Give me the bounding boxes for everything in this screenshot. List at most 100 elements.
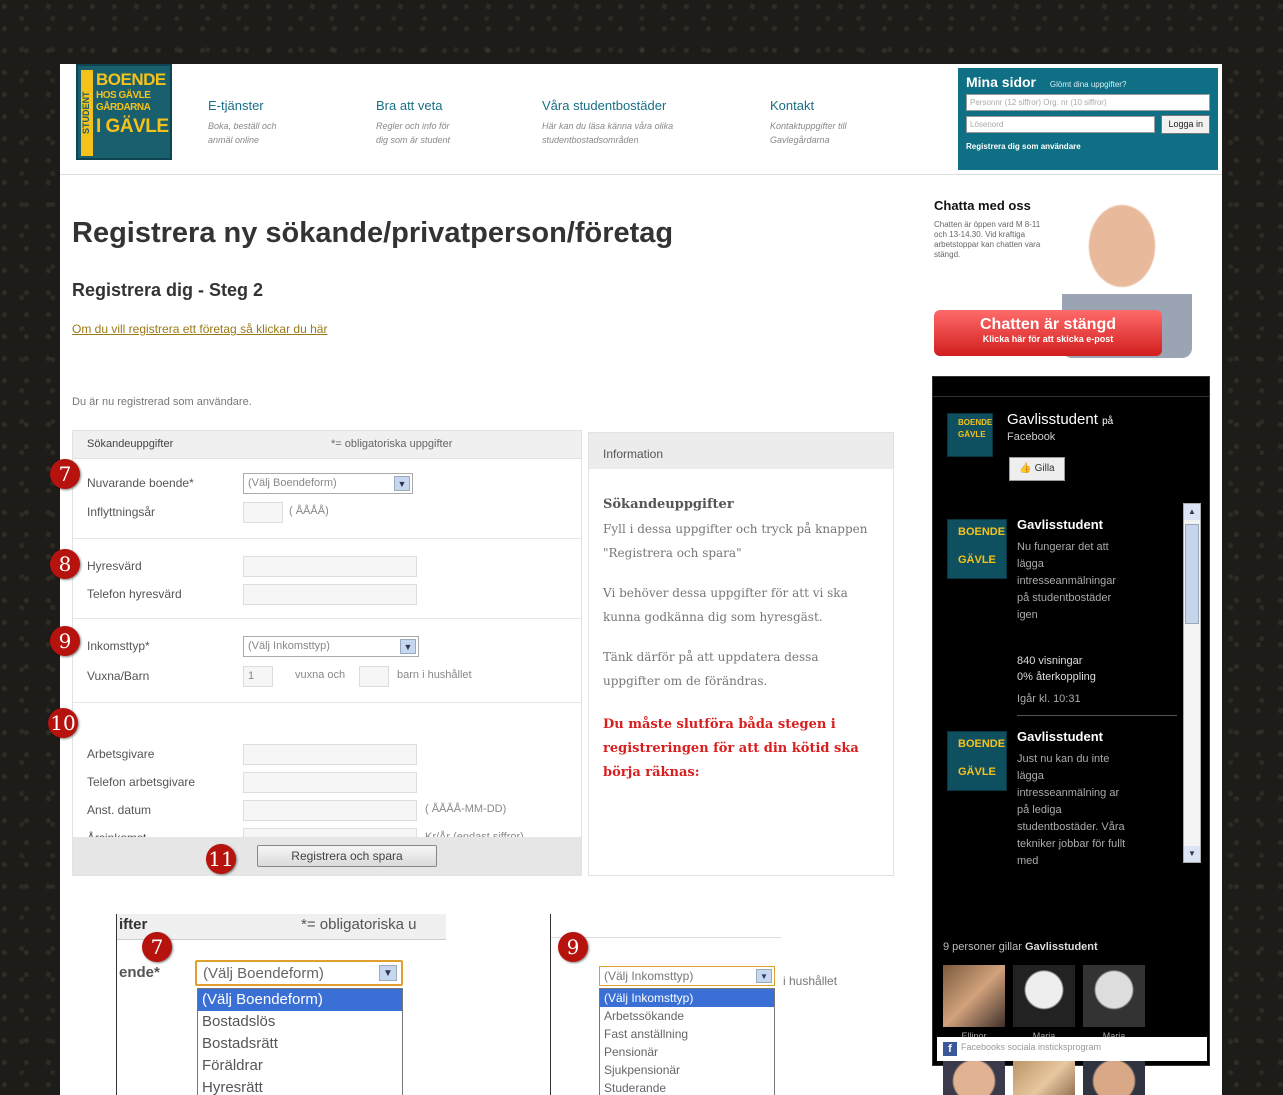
hyresvard-input[interactable] xyxy=(243,556,417,577)
facebook-top-bar xyxy=(933,377,1209,397)
chevron-down-icon[interactable]: ▼ xyxy=(400,639,416,654)
scroll-up-icon[interactable]: ▲ xyxy=(1184,504,1200,520)
likers-count: 9 personer gillar xyxy=(943,941,1022,953)
arbetsgivare-input[interactable] xyxy=(243,744,417,765)
inkomsttyp-select[interactable]: (Välj Inkomsttyp) ▼ xyxy=(243,636,419,657)
post-time[interactable]: Igår kl. 10:31 xyxy=(1017,691,1127,708)
nav-desc: Här kan du läsa känna våra olika xyxy=(542,121,674,131)
inset-fragment: i hushållet xyxy=(783,974,838,988)
fb-likers: 9 personer gillar Gavlisstudent xyxy=(943,941,1098,953)
field-label: Inkomsttyp* xyxy=(87,639,150,653)
option[interactable]: Bostadsrätt xyxy=(198,1033,402,1055)
field-label: Arbetsgivare xyxy=(87,747,155,761)
post-author[interactable]: Gavlisstudent xyxy=(1017,517,1103,532)
login-row: Lösenord Logga in xyxy=(966,115,1210,134)
chat-title: Chatta med oss xyxy=(934,198,1031,213)
barn-input[interactable] xyxy=(359,666,389,687)
nav-desc: studentbostadsområden xyxy=(542,135,639,145)
option[interactable]: (Välj Inkomsttyp) xyxy=(600,989,774,1007)
option[interactable]: Arbetssökande xyxy=(600,1007,774,1025)
anst-datum-input[interactable] xyxy=(243,800,417,821)
chevron-down-icon[interactable]: ▼ xyxy=(756,969,772,983)
forgot-link[interactable]: Glömt dina uppgifter? xyxy=(1050,80,1127,89)
scroll-down-icon[interactable]: ▼ xyxy=(1184,846,1200,862)
inset-fragment: *= obligatoriska u xyxy=(301,916,417,933)
info-title: Sökandeuppgifter xyxy=(603,497,734,512)
field-hint: ( ÅÅÅÅ) xyxy=(289,505,329,517)
inset-header xyxy=(551,914,781,938)
field-hint: vuxna och xyxy=(295,669,346,681)
telefon-arbetsgivare-input[interactable] xyxy=(243,772,417,793)
nav-title[interactable]: Kontakt xyxy=(770,98,847,113)
boendeform-select-zoom[interactable]: (Välj Boendeform) ▼ xyxy=(195,960,403,986)
page-logo: BOENDE GÄVLE xyxy=(947,413,993,457)
page-subtitle: Registrera dig - Steg 2 xyxy=(72,280,264,300)
nav-desc: Boka, beställ och xyxy=(208,121,277,131)
option[interactable]: Bostadslös xyxy=(198,1011,402,1033)
fb-page-name[interactable]: Gavlisstudent xyxy=(1007,411,1098,428)
post-views: 840 visningar xyxy=(1017,655,1083,667)
nav-title[interactable]: E-tjänster xyxy=(208,98,277,113)
option[interactable]: Föräldrar xyxy=(198,1055,402,1077)
inflyttningsar-input[interactable] xyxy=(243,502,283,523)
nav-title[interactable]: Våra studentbostäder xyxy=(542,98,673,113)
nav-e-tjanster[interactable]: E-tjänster Boka, beställ och anmäl onlin… xyxy=(208,98,277,147)
login-button[interactable]: Logga in xyxy=(1161,115,1210,134)
info-header: Information xyxy=(589,433,893,469)
option[interactable]: Hyresrätt xyxy=(198,1077,402,1095)
nav-kontakt[interactable]: Kontakt Kontaktuppgifter till Gavlegårda… xyxy=(770,98,847,147)
information-panel: Information Sökandeuppgifter Fyll i dess… xyxy=(588,432,894,876)
option[interactable]: Studerande xyxy=(600,1079,774,1095)
telefon-hyresvard-input[interactable] xyxy=(243,584,417,605)
boendeform-select[interactable]: (Välj Boendeform) ▼ xyxy=(243,473,413,494)
option[interactable]: Sjukpensionär xyxy=(600,1061,774,1079)
group-inkomst: Inkomsttyp* (Välj Inkomsttyp) ▼ Vuxna/Ba… xyxy=(73,619,581,703)
field-hint: ( ÅÅÅÅ-MM-DD) xyxy=(425,803,507,815)
group-hyresvard: Hyresvärd Telefon hyresvärd xyxy=(73,539,581,619)
nav-desc: Kontaktuppgifter till xyxy=(770,121,847,131)
option[interactable]: (Välj Boendeform) xyxy=(198,989,402,1011)
group-boende: Nuvarande boende* (Välj Boendeform) ▼ In… xyxy=(73,459,581,539)
nav-bra-att-veta[interactable]: Bra att veta Regler och info för dig som… xyxy=(376,98,450,147)
info-paragraph: Vi behöver dessa uppgifter för att vi sk… xyxy=(603,586,848,624)
fb-like-button[interactable]: 👍 Gilla xyxy=(1009,457,1065,481)
form-footer: Registrera och spara xyxy=(73,837,581,875)
personnr-input[interactable]: Personnr (12 siffror) Org. nr (10 siffro… xyxy=(966,94,1210,111)
chat-button-sub: Klicka här för att skicka e-post xyxy=(982,334,1114,344)
required-note: *= obligatoriska uppgifter xyxy=(331,438,453,450)
option[interactable]: Fast anställning xyxy=(600,1025,774,1043)
scroll-thumb[interactable] xyxy=(1185,524,1199,624)
info-paragraph: Tänk därför på att uppdatera dessa uppgi… xyxy=(603,650,819,688)
nav-title[interactable]: Bra att veta xyxy=(376,98,450,113)
step-badge: 7 xyxy=(142,932,172,962)
register-link[interactable]: Registrera dig som användare xyxy=(966,142,1210,151)
password-input[interactable]: Lösenord xyxy=(966,116,1156,133)
fb-scrollbar[interactable]: ▲ ▼ xyxy=(1183,503,1201,863)
vuxna-input[interactable]: 1 xyxy=(243,666,273,687)
post-author[interactable]: Gavlisstudent xyxy=(1017,729,1103,744)
post-feedback: 0% återkoppling xyxy=(1017,671,1096,683)
nav-studentbostader[interactable]: Våra studentbostäder Här kan du läsa kän… xyxy=(542,98,673,147)
company-register-link[interactable]: Om du vill registrera ett företag så kli… xyxy=(72,322,327,336)
field-hint: barn i hushållet xyxy=(397,669,472,681)
fan-avatar[interactable] xyxy=(1013,965,1075,1027)
fb-post: BOENDE GÄVLE Gavlisstudent Nu fungerar de… xyxy=(937,517,1181,717)
register-save-button[interactable]: Registrera och spara xyxy=(257,845,437,867)
info-warning: Du måste slutföra båda stegen i registre… xyxy=(603,717,859,780)
option[interactable]: Pensionär xyxy=(600,1043,774,1061)
fan-avatar[interactable] xyxy=(943,965,1005,1027)
fb-footer-text[interactable]: Facebooks sociala insticksprogram xyxy=(961,1042,1101,1052)
chat-text: Chatten är öppen vard M 8-11 och 13-14.3… xyxy=(934,220,1041,259)
site-logo[interactable]: STUDENT BOENDE HOS GÄVLE GÅRDARNA I GÄVL… xyxy=(76,64,172,160)
fan-avatar[interactable] xyxy=(1083,965,1145,1027)
chat-closed-button[interactable]: Chatten är stängd Klicka här för att ski… xyxy=(934,310,1162,356)
divider xyxy=(1017,715,1177,716)
chevron-down-icon[interactable]: ▼ xyxy=(394,476,410,491)
field-label: Nuvarande boende* xyxy=(87,476,194,490)
chat-widget: Chatta med oss Chatten är öppen vard M 8… xyxy=(932,194,1202,359)
inkomsttyp-select-zoom[interactable]: (Välj Inkomsttyp) ▼ xyxy=(599,966,775,986)
nav-desc: Gavlegårdarna xyxy=(770,135,830,145)
chevron-down-icon[interactable]: ▼ xyxy=(379,965,397,981)
logo-line-3: GÅRDARNA xyxy=(96,102,151,113)
likers-page[interactable]: Gavlisstudent xyxy=(1025,941,1098,953)
